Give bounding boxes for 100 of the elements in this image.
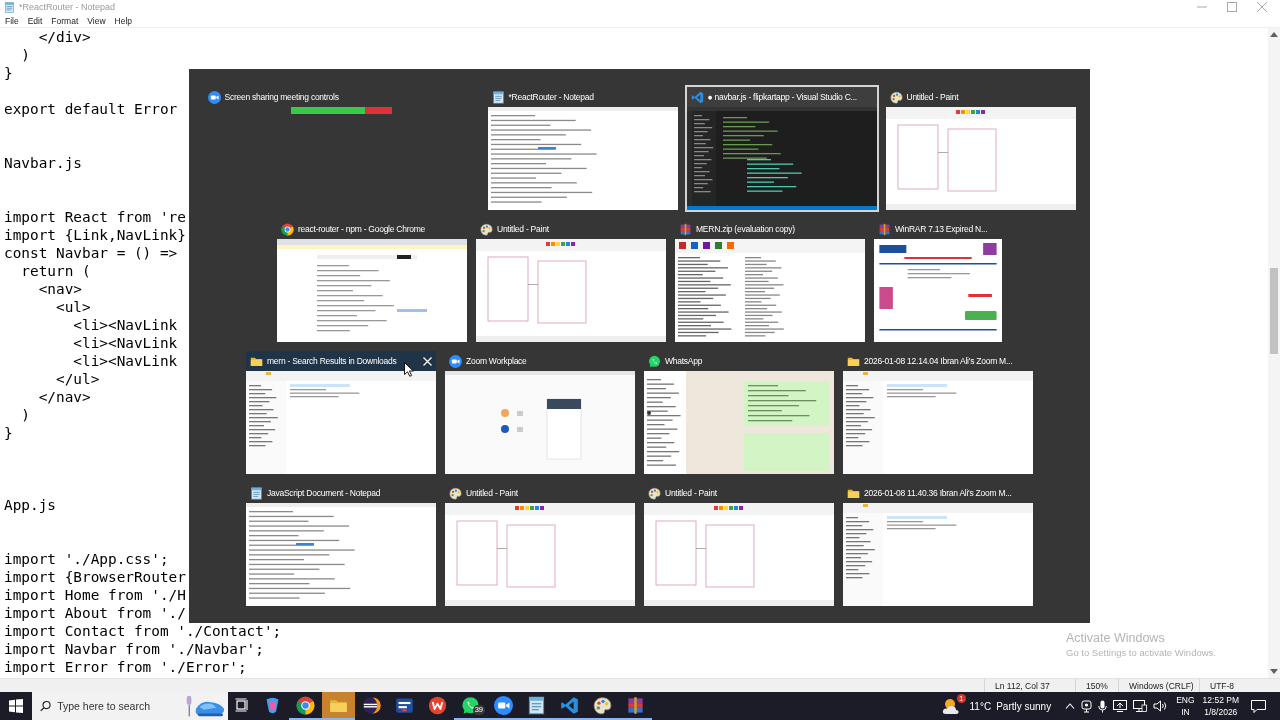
window-thumbnail[interactable] (445, 503, 635, 606)
code-line: import React from 're (4, 209, 186, 225)
speaker-icon[interactable] (1153, 700, 1169, 712)
cursor-icon (404, 362, 414, 377)
browser-icon (296, 695, 315, 715)
code-line: } (4, 425, 13, 441)
code-line: import About from './ (4, 605, 186, 621)
video-camera-icon (494, 695, 513, 715)
window-preview[interactable]: JavaScript Document - Notepad (244, 481, 438, 608)
window-title: Zoom Workplace (466, 356, 527, 366)
clock-time[interactable]: 12:52 PM (1202, 694, 1239, 706)
window-preview[interactable]: *ReactRouter - Notepad (485, 85, 680, 212)
video-camera-icon (207, 90, 221, 104)
palette-icon (593, 695, 612, 715)
code-line: Navbar.js (4, 155, 82, 171)
window-thumbnail[interactable] (843, 371, 1033, 474)
window-title: 2026-01-08 12.14.04 Ibran Ali's Zoom M... (864, 356, 1013, 366)
window-thumbnail[interactable] (246, 371, 436, 474)
window-preview[interactable]: MERN.zip (evaluation copy) (673, 217, 867, 344)
network-icon[interactable] (1133, 700, 1148, 712)
webcam-icon[interactable] (1081, 699, 1093, 713)
menu-item[interactable]: Help (114, 15, 133, 26)
window-title: *ReactRouter - Notepad (508, 92, 594, 102)
search-field[interactable]: Type here to search (57, 700, 178, 712)
window-thumbnail[interactable] (487, 107, 678, 210)
window-thumbnail[interactable] (246, 503, 436, 606)
code-line: </div> (37, 29, 91, 45)
code-line: const Navbar = () => (4, 245, 178, 261)
language-text[interactable]: ENG (1176, 694, 1195, 706)
code-line: <ul> (54, 299, 91, 315)
search-box[interactable]: Type here to search (32, 692, 228, 720)
window-title: *ReactRouter - Notepad (19, 2, 116, 12)
notepad-icon (527, 695, 546, 715)
window-thumbnail[interactable] (686, 107, 877, 210)
window-title: 2026-01-08 11.40.36 Ibran Ali's Zoom M... (864, 488, 1012, 498)
window-preview[interactable]: 2026-01-08 12.14.04 Ibran Ali's Zoom M... (841, 349, 1035, 476)
weather-icon (941, 697, 962, 715)
window-preview[interactable]: Zoom Workplace (443, 349, 637, 476)
menu-item[interactable]: Format (51, 15, 79, 26)
window-thumbnail[interactable] (644, 371, 834, 474)
code-line: import Contact from './Contact'; (4, 623, 282, 639)
scroll-up-icon[interactable] (1270, 32, 1278, 37)
code-editor-icon (560, 695, 579, 715)
window-preview[interactable]: Untitled - Paint (474, 217, 668, 344)
chevron-up-icon[interactable] (1065, 703, 1076, 709)
window-preview[interactable]: react-router - npm - Google Chrome (275, 217, 469, 344)
window-preview[interactable]: WinRAR 7.13 Expired N... (872, 217, 1004, 344)
browser-icon (281, 222, 294, 236)
window-thumbnail[interactable] (644, 503, 834, 606)
code-line: <li><NavLink (72, 335, 178, 351)
window-thumbnail[interactable] (675, 239, 865, 342)
language-text[interactable]: IN (1181, 706, 1190, 718)
window-preview[interactable]: 2026-01-08 11.40.36 Ibran Ali's Zoom M... (841, 481, 1035, 608)
clock-date[interactable]: 1/8/2026 (1204, 706, 1238, 718)
code-line: import {Link,NavLink} (4, 227, 186, 243)
window-preview[interactable]: mern - Search Results in Downloads (244, 349, 438, 476)
window-title: Untitled - Paint (665, 488, 717, 498)
window-thumbnail[interactable] (277, 239, 467, 342)
menu-item[interactable]: View (87, 15, 106, 26)
scroll-down-icon[interactable] (1270, 669, 1278, 674)
palette-icon (480, 222, 493, 236)
window-thumbnail[interactable] (874, 239, 1002, 342)
screen-share-icon[interactable] (1113, 700, 1128, 712)
developer-icon (395, 695, 414, 715)
window-title: mern - Search Results in Downloads (267, 356, 397, 366)
notepad-icon (491, 90, 505, 104)
archive-icon (878, 222, 891, 236)
window-title: Untitled - Paint (906, 92, 959, 102)
archive-icon (679, 222, 692, 236)
window-title: Untitled - Paint (466, 488, 518, 498)
notification-icon[interactable] (1251, 699, 1266, 713)
code-line: import Home from './H (4, 587, 186, 603)
scrollbar-thumb[interactable] (1270, 268, 1278, 354)
windows-logo-icon (9, 699, 23, 713)
chat-icon (648, 354, 661, 368)
microphone-icon[interactable] (1098, 699, 1108, 713)
window-thumbnail[interactable] (445, 371, 635, 474)
code-line: ) (20, 47, 30, 63)
window-thumbnail[interactable] (885, 107, 1076, 210)
menu-item[interactable]: File (5, 15, 19, 26)
window-preview[interactable]: WhatsApp (642, 349, 836, 476)
palette-icon (449, 486, 462, 500)
window-thumbnail[interactable] (843, 503, 1033, 606)
window-title: Untitled - Paint (497, 224, 549, 234)
window-title: MERN.zip (evaluation copy) (696, 224, 795, 234)
window-preview[interactable]: Untitled - Paint (642, 481, 836, 608)
video-camera-icon (449, 354, 462, 368)
window-title: react-router - npm - Google Chrome (298, 224, 426, 234)
code-line: </ul> (54, 371, 100, 387)
notepad-icon (4, 1, 15, 13)
activation-message: Go to Settings to activate Windows. (1066, 647, 1216, 658)
window-preview[interactable]: Untitled - Paint (443, 481, 637, 608)
code-line: <li><NavLink (72, 353, 178, 369)
activation-title: Activate Windows (1066, 631, 1166, 645)
window-thumbnail[interactable] (476, 239, 666, 342)
window-preview[interactable]: ● navbar.js - flipkartapp - Visual Studio C... (684, 85, 879, 212)
striped-circle-icon (362, 695, 381, 715)
window-preview[interactable]: Screen sharing meeting controls (201, 85, 481, 212)
window-preview[interactable]: Untitled - Paint (883, 85, 1078, 212)
menu-item[interactable]: Edit (27, 15, 43, 26)
